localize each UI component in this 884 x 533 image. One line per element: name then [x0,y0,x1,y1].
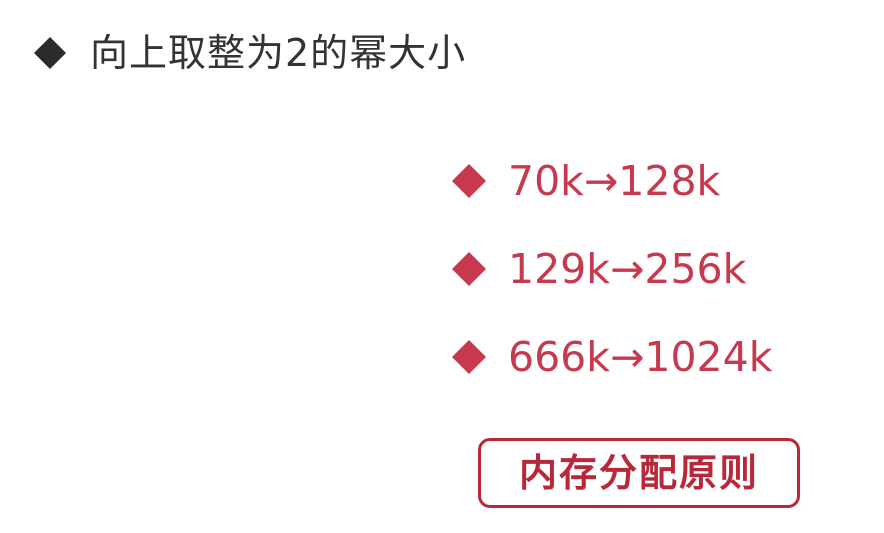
section-heading: 向上取整为2的幂大小 [32,24,466,82]
example-text: 70k→128k [508,156,721,205]
heading-text: 向上取整为2的幂大小 [90,31,467,75]
list-item: 666k→1024k [450,316,772,398]
diamond-bullet-icon [450,162,488,200]
diamond-bullet-icon [32,35,68,71]
diamond-bullet-icon [450,250,488,288]
list-item: 129k→256k [450,228,772,310]
memory-allocation-principle-button[interactable]: 内存分配原则 [478,438,800,508]
principle-button-label: 内存分配原则 [518,451,759,495]
example-text: 129k→256k [508,244,747,293]
example-list: 70k→128k 129k→256k 666k→1024k [450,140,772,404]
example-text: 666k→1024k [508,332,773,381]
diamond-bullet-icon [450,338,488,376]
list-item: 70k→128k [450,140,772,222]
